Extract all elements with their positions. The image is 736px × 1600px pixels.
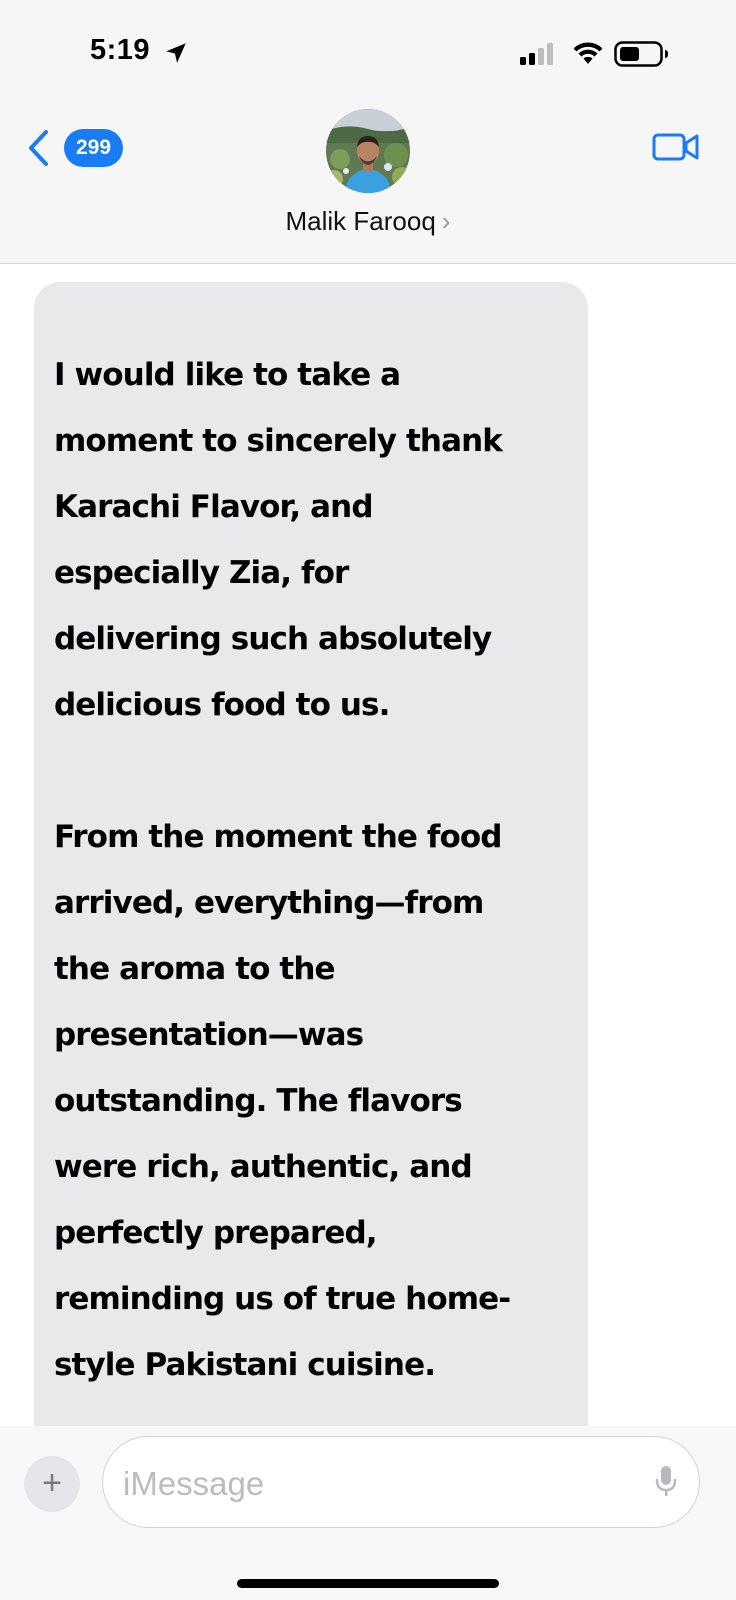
location-arrow-icon: [166, 43, 186, 63]
message-line: I would like to take a: [54, 357, 401, 393]
message-line: perfectly prepared,: [54, 1215, 378, 1251]
compose-bar: + iMessage: [0, 1426, 736, 1600]
plus-icon[interactable]: +: [24, 1456, 80, 1512]
video-camera-icon[interactable]: [652, 131, 700, 163]
message-line: Karachi Flavor, and: [54, 489, 374, 525]
message-line: outstanding. The flavors: [54, 1083, 463, 1119]
message-line: delivering such absolutely: [54, 621, 492, 657]
chevron-right-icon: ›: [441, 206, 451, 236]
message-line: especially Zia, for: [54, 555, 349, 591]
avatar-photo: [326, 109, 410, 193]
message-line: style Pakistani cuisine.: [54, 1347, 436, 1383]
message-line: reminding us of true home-: [54, 1281, 511, 1317]
message-thread: I would like to take a moment to sincere…: [0, 264, 736, 1428]
message-line: presentation—was: [54, 1017, 364, 1053]
incoming-message-bubble[interactable]: I would like to take a moment to sincere…: [34, 282, 588, 1428]
message-line: the aroma to the: [54, 951, 336, 987]
message-line: From the moment the food: [54, 819, 502, 855]
chevron-left-icon: [29, 130, 48, 166]
back-button[interactable]: 299: [26, 125, 130, 171]
message-line: arrived, everything—from: [54, 885, 484, 921]
status-time: 5:19: [90, 34, 151, 66]
battery-icon: [614, 41, 668, 67]
message-line: moment to sincerely thank: [54, 423, 503, 459]
contact-name: Malik Farooq: [285, 206, 436, 236]
conversation-header: 299 Malik Farooq ›: [0, 100, 736, 264]
wifi-icon: [573, 42, 603, 64]
microphone-icon[interactable]: [655, 1465, 677, 1499]
contact-name-button[interactable]: Malik Farooq ›: [0, 206, 736, 237]
contact-avatar[interactable]: [326, 109, 410, 193]
input-placeholder: iMessage: [123, 1465, 265, 1502]
message-line: delicious food to us.: [54, 687, 390, 723]
status-bar: 5:19: [0, 0, 736, 100]
message-line: were rich, authentic, and: [54, 1149, 473, 1185]
home-indicator[interactable]: [237, 1579, 499, 1588]
cellular-signal-icon: [520, 43, 553, 65]
unread-count-badge: 299: [64, 129, 124, 167]
imessage-input[interactable]: iMessage: [102, 1436, 700, 1528]
